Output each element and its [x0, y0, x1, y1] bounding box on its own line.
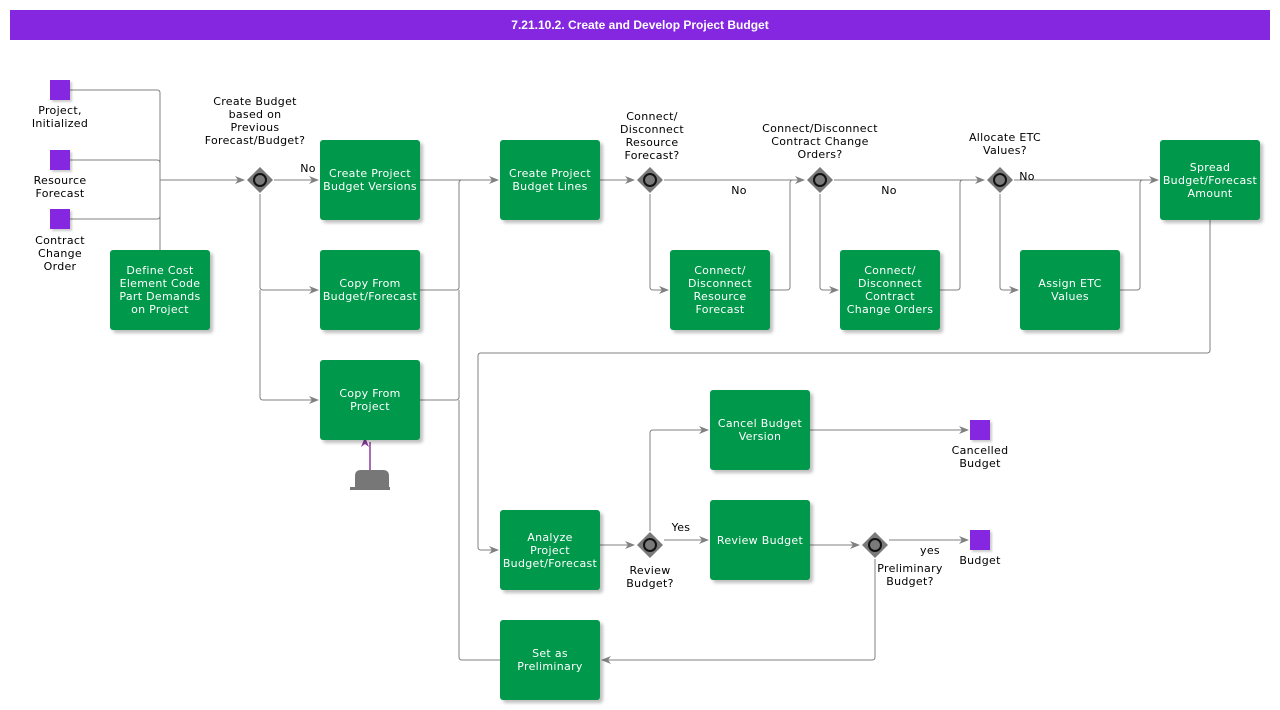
task-define-cost-element[interactable]: Define Cost Element Code Part Demands on… [110, 250, 210, 330]
flow-copy-budget-merge [420, 179, 463, 291]
connectors-layer [70, 89, 1211, 664]
task-label: Create Project Budget Lines [509, 167, 591, 193]
data-store-icon [350, 470, 390, 490]
gateway-preliminary[interactable] [861, 531, 889, 559]
task-create-budget-versions[interactable]: Create Project Budget Versions [320, 140, 420, 220]
task-label: Assign ETC Values [1038, 277, 1102, 303]
gateway-review-budget[interactable] [636, 531, 664, 559]
task-label: Set as Preliminary [517, 647, 583, 673]
event-label-cancelled-budget: Cancelled Budget [951, 444, 1009, 470]
gateway-label-connect-resource: Connect/ Disconnect Resource Forecast? [619, 110, 685, 162]
task-set-as-preliminary[interactable]: Set as Preliminary [500, 620, 600, 700]
task-label: Connect/ Disconnect Contract Change Orde… [846, 264, 934, 316]
task-label: Analyze Project Budget/Forecast [502, 530, 598, 570]
gateway-label-create-based-on-previous: Create Budget based on Previous Forecast… [204, 95, 306, 147]
gateway-connect-contract[interactable] [806, 166, 834, 194]
flow-contract-merge [940, 179, 964, 291]
flow-gw5-cancel [649, 426, 709, 531]
gateway-create-based-on-previous[interactable] [246, 166, 274, 194]
flow-label-no: No [881, 184, 897, 197]
task-connect-resource-forecast[interactable]: Connect/ Disconnect Resource Forecast [670, 250, 770, 330]
flow-gw4-yes [999, 194, 1019, 294]
start-event-project-initialized[interactable] [50, 80, 70, 100]
flow-copy-project-merge [420, 290, 460, 401]
gateway-allocate-etc[interactable] [986, 166, 1014, 194]
flow-copy-budget [259, 194, 319, 294]
start-event-contract-change-order[interactable] [50, 209, 70, 229]
task-spread-budget-forecast[interactable]: Spread Budget/Forecast Amount [1160, 140, 1260, 220]
task-label: Cancel Budget Version [717, 417, 803, 443]
gateway-label-review-budget: Review Budget? [626, 564, 674, 590]
event-label-budget: Budget [959, 554, 1001, 567]
task-analyze-budget-forecast[interactable]: Analyze Project Budget/Forecast [500, 510, 600, 590]
task-cancel-budget-version[interactable]: Cancel Budget Version [710, 390, 810, 470]
flow-gw2-yes [649, 194, 669, 294]
task-connect-contract-change-orders[interactable]: Connect/ Disconnect Contract Change Orde… [840, 250, 940, 330]
event-label-contract-change-order: Contract Change Order [35, 234, 85, 273]
task-label: Review Budget [716, 533, 804, 547]
flow-label-no: No [300, 162, 316, 175]
gateway-label-allocate-etc: Allocate ETC Values? [968, 131, 1042, 157]
flow-preliminary-back [458, 400, 500, 661]
event-label-project-initialized: Project, Initialized [31, 104, 89, 130]
task-label: Spread Budget/Forecast Amount [1162, 160, 1258, 200]
task-label: Copy From Project [339, 387, 401, 413]
flow-label-yes: Yes [671, 521, 691, 534]
event-label-resource-forecast: Resource Forecast [33, 174, 87, 200]
flow-etc-merge [1120, 179, 1144, 291]
flow-label-no: No [1019, 170, 1035, 183]
flow-res-merge [770, 179, 794, 291]
end-event-budget[interactable] [970, 530, 990, 550]
task-create-budget-lines[interactable]: Create Project Budget Lines [500, 140, 600, 220]
flow-copy-project [259, 290, 319, 404]
flow-label-no: No [731, 184, 747, 197]
gateway-connect-resource[interactable] [636, 166, 664, 194]
task-label: Connect/ Disconnect Resource Forecast [687, 264, 753, 316]
task-copy-from-budget-forecast[interactable]: Copy From Budget/Forecast [320, 250, 420, 330]
end-event-cancelled-budget[interactable] [970, 420, 990, 440]
task-label: Create Project Budget Versions [323, 167, 417, 193]
task-assign-etc-values[interactable]: Assign ETC Values [1020, 250, 1120, 330]
task-label: Copy From Budget/Forecast [322, 277, 418, 303]
task-review-budget[interactable]: Review Budget [710, 500, 810, 580]
task-copy-from-project[interactable]: Copy From Project [320, 360, 420, 440]
flow-gw3-yes [819, 194, 839, 294]
task-label: Define Cost Element Code Part Demands on… [119, 264, 201, 316]
gateway-label-connect-contract: Connect/Disconnect Contract Change Order… [762, 122, 878, 161]
start-event-resource-forecast[interactable] [50, 150, 70, 170]
